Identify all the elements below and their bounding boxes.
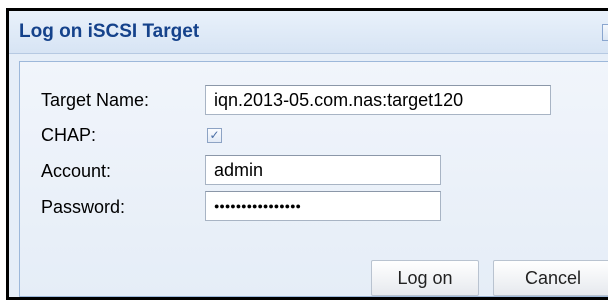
password-field[interactable]: ●●●●●●●●●●●●●●●● (205, 191, 441, 221)
logon-iscsi-dialog: Log on iSCSI Target ✕ Target Name: iqn.2… (6, 8, 608, 300)
chap-checkbox[interactable]: ✓ (207, 128, 222, 143)
dialog-titlebar: Log on iSCSI Target ✕ (9, 11, 608, 54)
chap-label: CHAP: (41, 125, 97, 145)
account-label: Account: (41, 161, 112, 181)
logon-button[interactable]: Log on (371, 260, 479, 296)
target-name-label: Target Name: (41, 90, 150, 110)
target-name-field[interactable]: iqn.2013-05.com.nas:target120 (205, 85, 551, 115)
dialog-title: Log on iSCSI Target (19, 21, 200, 42)
password-label: Password: (41, 197, 126, 217)
checkmark-icon: ✓ (209, 128, 220, 142)
cancel-button[interactable]: Cancel (493, 260, 608, 296)
close-button[interactable]: ✕ (602, 24, 608, 41)
account-field[interactable]: admin (205, 155, 441, 185)
